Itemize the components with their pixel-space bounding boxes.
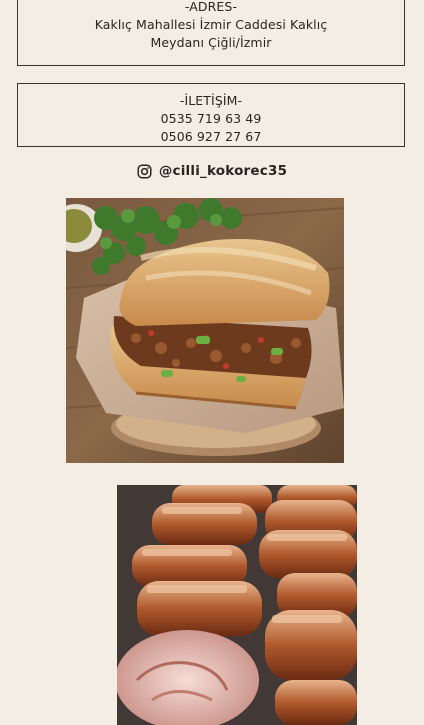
phone-number-1[interactable]: 0535 719 63 49 — [18, 110, 404, 128]
kokorec-grill-photo — [117, 485, 357, 725]
phone-number-2[interactable]: 0506 927 27 67 — [18, 128, 404, 146]
instagram-handle[interactable]: @cilli_kokorec35 — [159, 163, 287, 179]
kokorec-sandwich-photo — [66, 198, 344, 463]
instagram-link[interactable]: @cilli_kokorec35 — [0, 163, 424, 179]
contact-box: -İLETİŞİM- 0535 719 63 49 0506 927 27 67 — [17, 83, 405, 147]
address-line-1: Kaklıç Mahallesi İzmir Caddesi Kaklıç — [94, 17, 328, 32]
address-line-2: Meydanı Çiğli/İzmir — [150, 35, 272, 50]
address-box: -ADRES- Kaklıç Mahallesi İzmir Caddesi K… — [17, 0, 405, 66]
instagram-icon — [137, 164, 152, 179]
contact-heading: -İLETİŞİM- — [179, 93, 243, 108]
address-heading: -ADRES- — [184, 0, 238, 14]
